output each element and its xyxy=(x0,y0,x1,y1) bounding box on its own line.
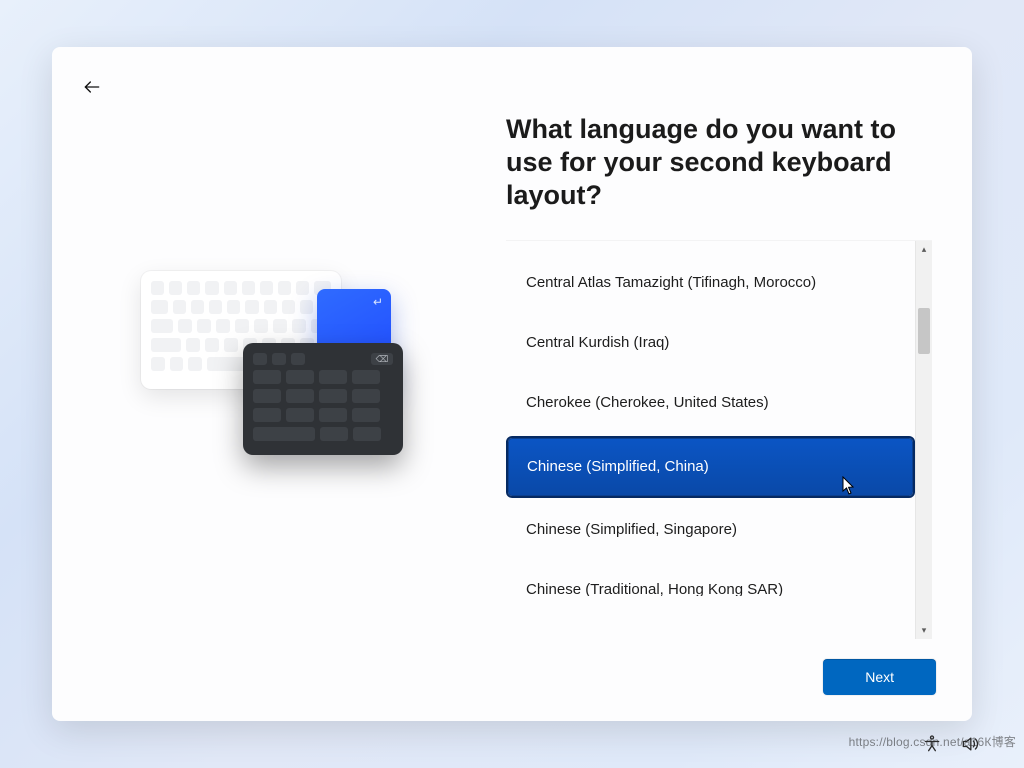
keyboard-dark-illustration: ⌫ xyxy=(243,343,403,455)
footer: Next xyxy=(823,659,936,695)
main-row: ⌫ What language do you want to use for y… xyxy=(52,105,972,639)
language-list[interactable]: Central Atlas Tamazight (Latin, Algeria)… xyxy=(506,241,915,639)
language-list-region: Central Atlas Tamazight (Latin, Algeria)… xyxy=(506,240,932,639)
scroll-up-button[interactable]: ▴ xyxy=(916,241,933,258)
backspace-icon: ⌫ xyxy=(371,353,393,365)
illustration: ⌫ xyxy=(52,105,506,639)
arrow-left-icon xyxy=(82,77,102,97)
scrollbar[interactable]: ▴ ▾ xyxy=(915,241,932,639)
next-button[interactable]: Next xyxy=(823,659,936,695)
language-option[interactable]: Chinese (Simplified, Singapore) xyxy=(508,504,913,556)
scroll-track[interactable] xyxy=(916,258,932,622)
language-option-partial-top[interactable]: Central Atlas Tamazight (Latin, Algeria) xyxy=(508,241,913,249)
language-option[interactable]: Cherokee (Cherokee, United States) xyxy=(508,377,913,429)
language-option-selected[interactable]: Chinese (Simplified, China) xyxy=(508,438,913,496)
language-option-partial-bottom[interactable]: Chinese (Traditional, Hong Kong SAR) xyxy=(508,564,913,596)
setup-panel: ⌫ What language do you want to use for y… xyxy=(52,47,972,721)
scroll-down-button[interactable]: ▾ xyxy=(916,622,933,639)
watermark-text: https://blog.csdn.net/a16К博客 xyxy=(849,733,1016,750)
language-option[interactable]: Central Kurdish (Iraq) xyxy=(508,317,913,369)
content-column: What language do you want to use for you… xyxy=(506,105,972,639)
scroll-thumb[interactable] xyxy=(918,308,930,354)
back-button[interactable] xyxy=(76,71,108,103)
page-title: What language do you want to use for you… xyxy=(506,113,932,212)
language-option[interactable]: Central Atlas Tamazight (Tifinagh, Moroc… xyxy=(508,257,913,309)
